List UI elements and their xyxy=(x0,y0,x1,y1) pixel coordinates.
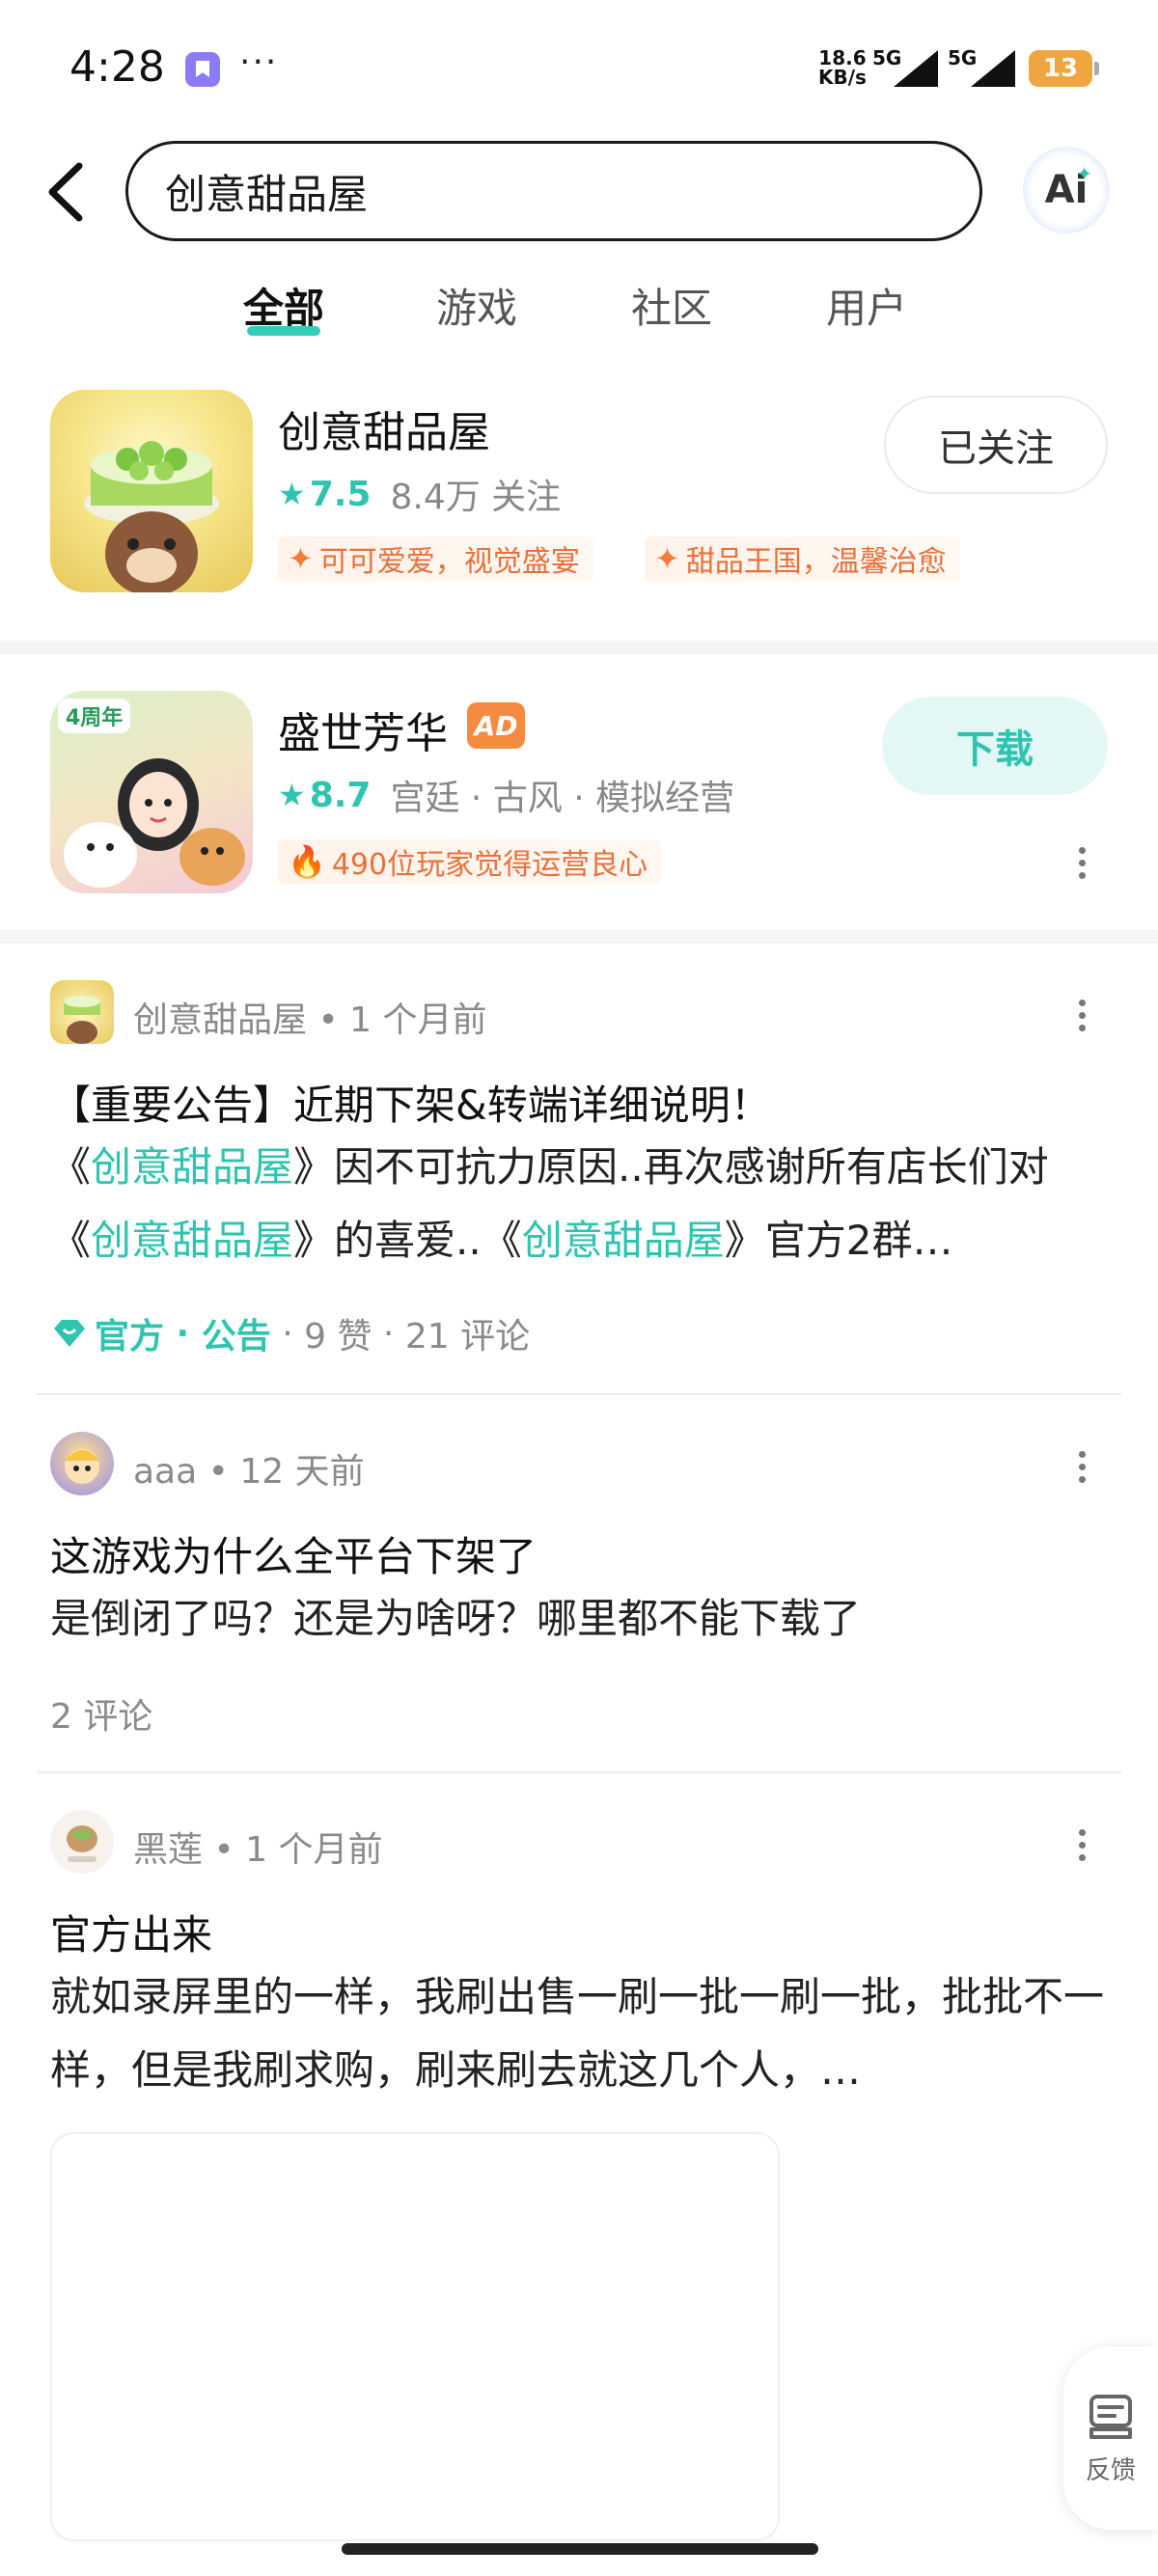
sparkle-icon: ✦ xyxy=(288,540,314,577)
status-time: 4:28 xyxy=(69,42,165,92)
home-indicator[interactable] xyxy=(342,2543,818,2555)
feedback-button[interactable]: 反馈 xyxy=(1063,2346,1158,2530)
post-divider xyxy=(37,1393,1121,1395)
app-title[interactable]: 盛世芳华 xyxy=(278,699,448,760)
post-body[interactable]: 就如录屏里的一样，我刷出售一刷一批一刷一批，批批不一样，但是我刷求购，刷来刷去就… xyxy=(50,1960,1112,2107)
app-tag: ✦ 可可爱爱，视觉盛宴 xyxy=(278,536,593,581)
follower-count: 8.4万 关注 xyxy=(390,478,562,517)
post-time: 1 个月前 xyxy=(245,1830,383,1870)
chevron-left-icon xyxy=(48,162,83,222)
post-image[interactable] xyxy=(50,2132,780,2541)
post-body[interactable]: 是倒闭了吗？还是为啥呀？哪里都不能下载了 xyxy=(50,1582,1112,1656)
notice-tag: 公告 xyxy=(201,1317,271,1357)
section-divider xyxy=(0,641,1158,654)
result-tabs: 全部 游戏 社区 用户 xyxy=(0,276,1158,343)
flame-icon: 🔥 xyxy=(288,843,326,880)
post-author[interactable]: 黑莲 xyxy=(133,1830,203,1870)
feedback-icon xyxy=(1089,2394,1132,2439)
back-button[interactable] xyxy=(42,158,100,226)
signal-icon xyxy=(971,50,1015,87)
section-divider xyxy=(0,930,1158,944)
more-notifications-icon: ··· xyxy=(239,42,279,82)
post-divider xyxy=(37,1771,1121,1773)
post-author-line: 创意甜品屋 • 1 个月前 xyxy=(133,1000,487,1040)
sparkle-icon: ✦ xyxy=(1076,162,1092,185)
game-link[interactable]: 创意甜品屋 xyxy=(91,1143,293,1191)
more-options-icon[interactable] xyxy=(1077,1000,1087,1032)
tab-games[interactable]: 游戏 xyxy=(436,276,517,335)
diamond-heart-icon xyxy=(54,1320,85,1347)
post-author-line: aaa • 12 天前 xyxy=(133,1452,365,1492)
star-icon: ★ xyxy=(278,476,306,512)
post-author-line: 黑莲 • 1 个月前 xyxy=(133,1830,383,1870)
sparkle-icon: ✦ xyxy=(654,540,680,577)
post-author[interactable]: 创意甜品屋 xyxy=(133,1000,307,1040)
bookmark-app-icon xyxy=(185,52,220,87)
avatar[interactable] xyxy=(50,980,114,1044)
official-tag: 官方 xyxy=(50,1308,164,1358)
status-bar: 4:28 ··· 18.6 KB/s 5G 5G 13 xyxy=(0,0,1158,135)
user-avatar-icon xyxy=(65,1449,99,1484)
comment-count[interactable]: 2 评论 xyxy=(50,1688,152,1739)
post-footer: 2 评论 xyxy=(50,1688,152,1739)
tab-users[interactable]: 用户 xyxy=(826,276,907,335)
search-query: 创意甜品屋 xyxy=(165,170,369,218)
post-author[interactable]: aaa xyxy=(133,1452,197,1492)
avatar[interactable] xyxy=(50,1810,114,1874)
game-link[interactable]: 创意甜品屋 xyxy=(522,1217,725,1264)
post-footer: 官方 · 公告 · 9 赞 · 21 评论 xyxy=(50,1308,530,1358)
app-highlight-tag: 🔥 490位玩家觉得运营良心 xyxy=(278,839,662,884)
ai-assistant-button[interactable]: Ai ✦ xyxy=(1023,147,1110,233)
ad-badge: AD xyxy=(467,702,525,749)
post-time: 12 天前 xyxy=(239,1452,365,1492)
app-meta: ★ 7.5 8.4万 关注 xyxy=(278,469,561,519)
app-title[interactable]: 创意甜品屋 xyxy=(278,397,490,459)
feedback-label: 反馈 xyxy=(1085,2455,1136,2485)
app-icon-dessert-house[interactable] xyxy=(50,390,253,592)
like-count[interactable]: 9 赞 xyxy=(304,1308,372,1358)
game-link[interactable]: 创意甜品屋 xyxy=(91,1217,293,1264)
avatar[interactable] xyxy=(50,1432,114,1495)
cake-icon xyxy=(84,441,219,592)
rating: ★ 8.7 xyxy=(278,775,372,815)
network-speed: 18.6 KB/s xyxy=(818,46,867,89)
post-title[interactable]: 【重要公告】近期下架&转端详细说明！ xyxy=(50,1073,771,1132)
post-time: 1 个月前 xyxy=(349,1000,487,1040)
post-body[interactable]: 《创意甜品屋》因不可抗力原因..再次感谢所有店长们对《创意甜品屋》的喜爱..《创… xyxy=(50,1131,1112,1277)
tab-community[interactable]: 社区 xyxy=(631,276,712,335)
more-options-icon[interactable] xyxy=(1077,1451,1087,1484)
app-tag: ✦ 甜品王国，温馨治愈 xyxy=(645,536,960,581)
followed-button[interactable]: 已关注 xyxy=(884,396,1108,494)
post-title[interactable]: 这游戏为什么全平台下架了 xyxy=(50,1524,537,1583)
anniversary-badge: 4周年 xyxy=(58,699,131,733)
genre-list: 宫廷 · 古风 · 模拟经营 xyxy=(390,779,735,818)
post-title[interactable]: 官方出来 xyxy=(50,1903,212,1961)
more-options-icon[interactable] xyxy=(1077,1829,1087,1862)
star-icon: ★ xyxy=(278,777,306,813)
cake-icon xyxy=(64,996,100,1044)
app-meta: ★ 8.7 宫廷 · 古风 · 模拟经营 xyxy=(278,770,734,820)
sim1-label: 5G xyxy=(872,46,902,69)
battery-icon: 13 xyxy=(1029,50,1099,87)
tab-active-indicator xyxy=(247,326,320,336)
more-options-icon[interactable] xyxy=(1077,847,1087,880)
sim2-label: 5G xyxy=(948,46,978,69)
comment-count[interactable]: 21 评论 xyxy=(405,1308,530,1358)
app-icon-prosperous-era[interactable]: 4周年 xyxy=(50,691,253,893)
search-input[interactable]: 创意甜品屋 xyxy=(125,141,982,241)
rating: ★ 7.5 xyxy=(278,474,372,514)
download-button[interactable]: 下载 xyxy=(882,697,1108,795)
user-avatar-icon xyxy=(67,1825,97,1862)
